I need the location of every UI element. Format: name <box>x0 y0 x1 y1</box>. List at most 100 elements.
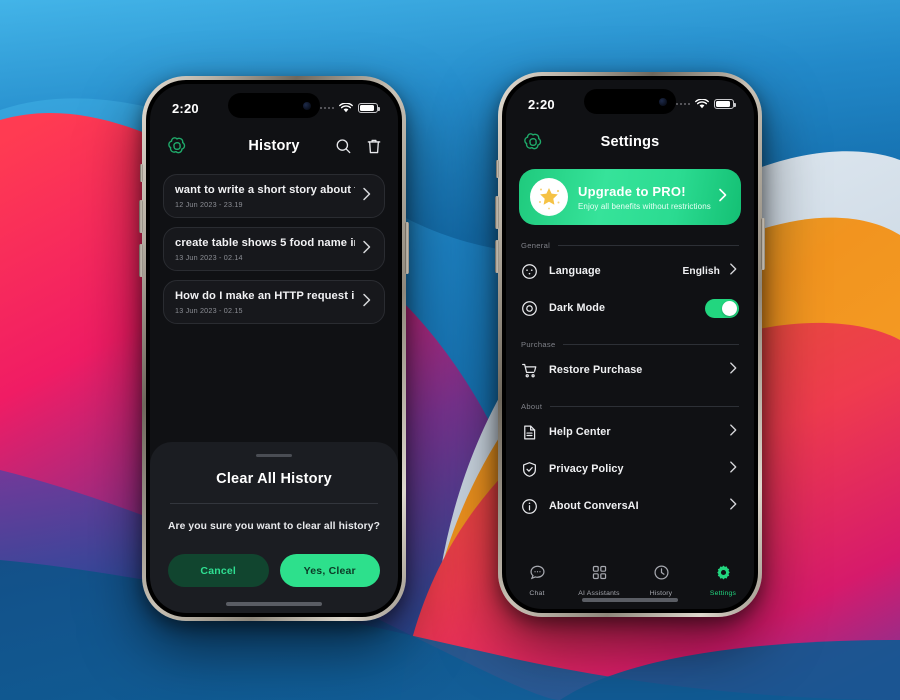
info-icon <box>521 498 538 515</box>
settings-row-label: Help Center <box>549 426 611 438</box>
silent-switch[interactable] <box>496 160 499 178</box>
volume-up-button[interactable] <box>495 196 499 229</box>
status-indicators <box>675 93 736 109</box>
volume-down-button[interactable] <box>139 244 143 277</box>
settings-row-label: Privacy Policy <box>549 463 624 475</box>
clock-icon <box>653 564 670 586</box>
chevron-right-icon <box>728 261 739 282</box>
history-list: want to write a short story about th... … <box>150 166 398 324</box>
clear-history-dialog: Clear All History Are you sure you want … <box>150 441 398 613</box>
history-item-date: 13 Jun 2023 - 02.14 <box>175 253 243 262</box>
phone-bezel: 2:20 <box>146 80 402 617</box>
dynamic-island <box>584 89 676 114</box>
desktop-wallpaper <box>0 0 900 700</box>
trash-icon[interactable] <box>366 138 382 155</box>
history-item-texts: create table shows 5 food name in... 13 … <box>175 237 355 262</box>
dark-mode-toggle[interactable] <box>705 298 739 318</box>
settings-row-privacy-policy[interactable]: Privacy Policy <box>506 453 754 485</box>
tab-ai-assistants[interactable]: AI Assistants <box>568 564 630 597</box>
tab-settings[interactable]: Settings <box>692 564 754 597</box>
settings-row-label: About ConversAI <box>549 500 639 512</box>
wallpaper-gradient <box>0 0 900 700</box>
upgrade-to-pro-banner[interactable]: Upgrade to PRO! Enjoy all benefits witho… <box>519 169 741 225</box>
tab-history[interactable]: History <box>630 564 692 597</box>
phone-device-settings: 2:20 Settings Upgrade to PRO! Enjoy all … <box>495 72 765 617</box>
dark-mode-icon <box>521 300 538 317</box>
section-label: About <box>521 402 543 411</box>
tab-label: Settings <box>709 590 737 597</box>
section-divider <box>563 344 739 345</box>
grid-icon <box>591 564 608 586</box>
settings-screen: 2:20 Settings Upgrade to PRO! Enjoy all … <box>506 80 754 609</box>
chevron-right-icon <box>728 422 739 443</box>
chat-bubble-icon <box>529 564 546 586</box>
document-icon <box>521 424 538 441</box>
search-icon[interactable] <box>335 138 352 155</box>
section-divider <box>558 245 739 246</box>
signal-dots-icon <box>319 106 334 110</box>
settings-row-language[interactable]: Language English <box>506 255 754 287</box>
settings-row-label: Language <box>549 265 601 277</box>
front-camera-icon <box>303 101 311 110</box>
status-time: 2:20 <box>172 100 199 116</box>
chevron-right-icon <box>361 185 373 208</box>
sheet-grabber[interactable] <box>256 453 292 457</box>
chevron-right-icon <box>728 360 739 381</box>
section-label: General <box>521 241 551 250</box>
list-item[interactable]: want to write a short story about th... … <box>163 174 385 218</box>
language-value: English <box>682 265 720 277</box>
wifi-icon <box>339 103 353 113</box>
confirm-clear-button[interactable]: Yes, Clear <box>279 554 380 587</box>
list-item[interactable]: How do I make an HTTP request in... 13 J… <box>163 280 385 324</box>
chevron-right-icon <box>361 291 373 314</box>
phone-device-history: 2:20 History want to write a short story… <box>139 76 409 621</box>
settings-row-about-conversai[interactable]: About ConversAI <box>506 490 754 522</box>
status-indicators <box>319 97 380 113</box>
upgrade-title: Upgrade to PRO! <box>578 183 686 199</box>
phone-bezel: 2:20 <box>502 76 758 613</box>
chevron-right-icon <box>728 496 739 517</box>
dialog-divider <box>170 503 378 504</box>
settings-row-restore-purchase[interactable]: Restore Purchase <box>506 354 754 386</box>
power-button[interactable] <box>761 218 765 270</box>
settings-row-dark-mode[interactable]: Dark Mode <box>506 292 754 324</box>
section-label: Purchase <box>521 340 556 349</box>
conversai-logo-icon <box>166 135 188 157</box>
status-bar-left: 2:20 <box>150 84 398 126</box>
conversai-logo-icon <box>522 131 544 153</box>
chevron-right-icon <box>728 459 739 480</box>
history-item-texts: How do I make an HTTP request in... 13 J… <box>175 290 355 315</box>
dialog-title: Clear All History <box>216 471 332 487</box>
history-item-title: create table shows 5 food name in... <box>175 237 355 249</box>
battery-icon <box>358 103 380 113</box>
history-item-date: 13 Jun 2023 - 02.15 <box>175 306 243 315</box>
section-header-about: About <box>506 402 754 411</box>
tab-label: Chat <box>529 590 545 597</box>
settings-row-help-center[interactable]: Help Center <box>506 416 754 448</box>
language-icon <box>521 263 538 280</box>
list-item[interactable]: create table shows 5 food name in... 13 … <box>163 227 385 271</box>
settings-row-label: Dark Mode <box>549 302 606 314</box>
volume-down-button[interactable] <box>495 240 499 273</box>
settings-navbar: Settings <box>506 122 754 162</box>
history-nav-actions <box>335 138 382 155</box>
status-time: 2:20 <box>528 96 555 112</box>
history-item-texts: want to write a short story about th... … <box>175 184 355 209</box>
home-indicator[interactable] <box>226 602 322 606</box>
power-button[interactable] <box>405 222 409 274</box>
history-item-title: How do I make an HTTP request in... <box>175 290 355 302</box>
silent-switch[interactable] <box>140 164 143 182</box>
history-navbar: History <box>150 126 398 166</box>
history-screen: 2:20 History want to write a short story… <box>150 84 398 613</box>
home-indicator[interactable] <box>582 598 678 602</box>
cancel-button[interactable]: Cancel <box>168 554 269 587</box>
upgrade-subtitle: Enjoy all benefits without restrictions <box>578 201 711 211</box>
shield-check-icon <box>521 461 538 478</box>
tab-chat[interactable]: Chat <box>506 564 568 597</box>
star-badge-icon <box>530 178 568 216</box>
dialog-message: Are you sure you want to clear all histo… <box>168 521 381 532</box>
upgrade-texts: Upgrade to PRO! Enjoy all benefits witho… <box>578 184 717 211</box>
wifi-icon <box>695 99 709 109</box>
volume-up-button[interactable] <box>139 200 143 233</box>
dialog-actions: Cancel Yes, Clear <box>168 554 380 587</box>
